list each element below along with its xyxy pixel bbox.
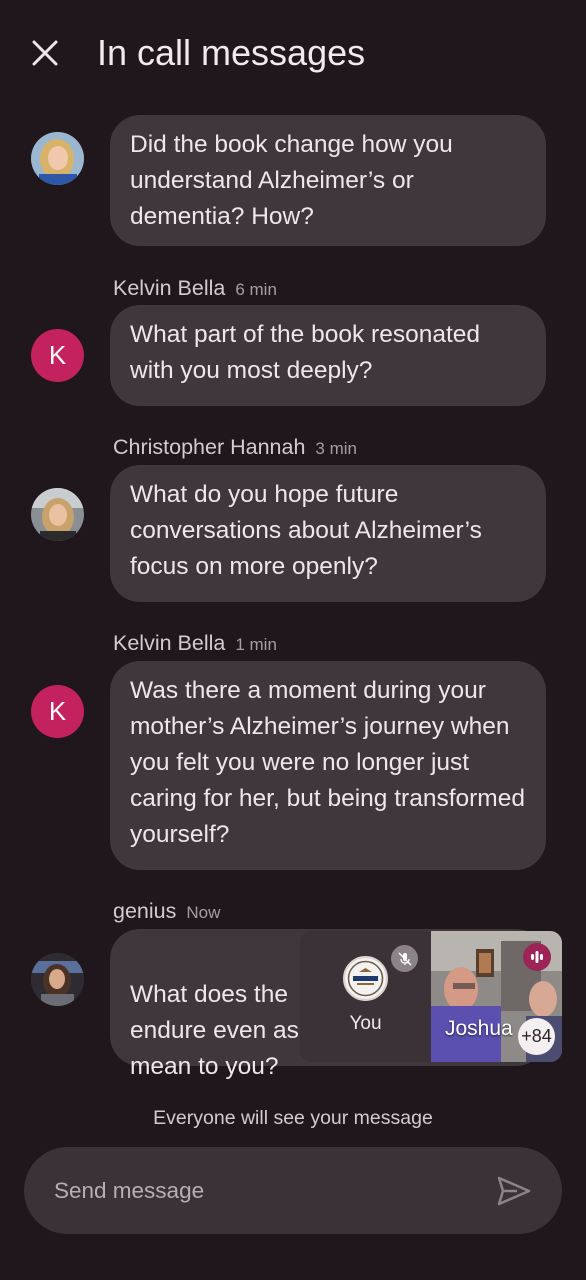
mic-off-indicator xyxy=(391,945,418,972)
more-participants-badge[interactable]: +84 xyxy=(518,1018,555,1055)
sender-name: Kelvin Bella xyxy=(113,631,226,655)
participant-name: Joshua xyxy=(445,1017,513,1040)
message-bubble: Was there a moment during your mother’s … xyxy=(110,661,546,870)
message-bubble: Did the book change how you understand A… xyxy=(110,115,546,246)
message-text: What part of the book resonated with you… xyxy=(130,321,481,384)
self-tile[interactable]: You xyxy=(300,931,431,1062)
message-text: Did the book change how you understand A… xyxy=(130,131,453,230)
avatar: K xyxy=(31,329,84,382)
close-icon xyxy=(32,40,58,66)
message-sender: Christopher Hannah 3 min xyxy=(113,433,357,463)
message-text: Was there a moment during your mother’s … xyxy=(130,677,525,848)
avatar xyxy=(31,488,84,541)
sender-name: Kelvin Bella xyxy=(113,276,226,300)
message-text: What does the endure even as mean to you… xyxy=(130,981,299,1080)
participant-video-tile[interactable]: Joshua +84 xyxy=(431,931,562,1062)
close-button[interactable] xyxy=(24,32,66,74)
sender-name: genius xyxy=(113,899,177,923)
send-icon xyxy=(497,1176,531,1206)
header: In call messages xyxy=(0,0,586,108)
message-bubble: What part of the book resonated with you… xyxy=(110,305,546,406)
mic-off-icon xyxy=(397,951,412,966)
avatar xyxy=(31,132,84,185)
call-pip-overlay[interactable]: You Joshua +84 xyxy=(300,931,562,1062)
self-label: You xyxy=(349,1013,382,1034)
message-time: 6 min xyxy=(235,280,277,299)
speaking-indicator xyxy=(523,943,551,971)
self-avatar-logo xyxy=(343,956,388,1001)
message-time: Now xyxy=(186,903,221,922)
message-time: 3 min xyxy=(315,439,357,458)
sender-name: Christopher Hannah xyxy=(113,435,306,459)
message-bubble: What do you hope future conversations ab… xyxy=(110,465,546,602)
message-composer xyxy=(24,1147,562,1234)
page-title: In call messages xyxy=(97,32,366,73)
message-sender: Kelvin Bella 1 min xyxy=(113,629,277,659)
visibility-notice: Everyone will see your message xyxy=(153,1107,433,1129)
avatar: K xyxy=(31,685,84,738)
message-sender: Kelvin Bella 6 min xyxy=(113,274,277,304)
message-input[interactable] xyxy=(54,1147,474,1234)
message-time: 1 min xyxy=(235,635,277,654)
message-sender: genius Now xyxy=(113,897,220,927)
send-button[interactable] xyxy=(494,1171,534,1211)
speaking-indicator-icon xyxy=(531,951,543,963)
avatar xyxy=(31,953,84,1006)
message-text: What do you hope future conversations ab… xyxy=(130,481,482,580)
